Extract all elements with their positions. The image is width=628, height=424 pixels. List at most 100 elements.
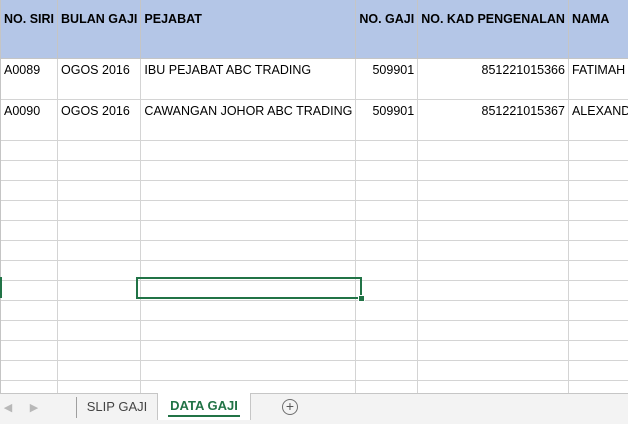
empty-cell[interactable] [140, 280, 357, 301]
empty-cell[interactable] [355, 320, 419, 341]
tab-slip-gaji[interactable]: SLIP GAJI [77, 394, 157, 420]
spreadsheet-grid[interactable]: NO. SIRI BULAN GAJI PEJABAT NO. GAJI NO.… [0, 0, 628, 393]
cell-bulan-gaji[interactable]: OGOS 2016 [57, 58, 142, 100]
triangle-left-icon[interactable]: ◀ [0, 400, 16, 416]
empty-cell[interactable] [355, 180, 419, 201]
empty-cell[interactable] [57, 340, 142, 361]
empty-cell[interactable] [1, 160, 59, 181]
empty-cell[interactable] [140, 220, 357, 241]
empty-cell[interactable] [57, 180, 142, 201]
empty-cell[interactable] [417, 280, 569, 301]
empty-cell[interactable] [355, 240, 419, 261]
empty-cell[interactable] [57, 200, 142, 221]
empty-cell[interactable] [355, 200, 419, 221]
empty-cell[interactable] [140, 260, 357, 281]
empty-cell[interactable] [1, 280, 59, 301]
empty-cell[interactable] [568, 240, 628, 261]
empty-cell[interactable] [1, 200, 59, 221]
empty-cell[interactable] [568, 340, 628, 361]
empty-cell[interactable] [140, 360, 357, 381]
empty-cell[interactable] [568, 380, 628, 393]
empty-cell[interactable] [355, 340, 419, 361]
empty-cell[interactable] [57, 240, 142, 261]
empty-cell[interactable] [57, 140, 142, 161]
empty-cell[interactable] [57, 360, 142, 381]
empty-cell[interactable] [355, 380, 419, 393]
empty-cell[interactable] [57, 220, 142, 241]
empty-cell[interactable] [57, 280, 142, 301]
empty-cell[interactable] [355, 280, 419, 301]
empty-cell[interactable] [140, 200, 357, 221]
empty-cell[interactable] [57, 160, 142, 181]
empty-cell[interactable] [1, 340, 59, 361]
cell-no-gaji[interactable]: 509901 [355, 58, 419, 100]
header-cell-bulan-gaji[interactable]: BULAN GAJI [57, 0, 142, 59]
empty-cell[interactable] [140, 380, 357, 393]
empty-cell[interactable] [140, 180, 357, 201]
cell-no-gaji[interactable]: 509901 [355, 99, 419, 141]
empty-cell[interactable] [417, 220, 569, 241]
cell-bulan-gaji[interactable]: OGOS 2016 [57, 99, 142, 141]
empty-cell[interactable] [140, 240, 357, 261]
empty-cell[interactable] [417, 200, 569, 221]
empty-cell[interactable] [568, 220, 628, 241]
cell-pejabat[interactable]: CAWANGAN JOHOR ABC TRADING [140, 99, 357, 141]
empty-cell[interactable] [417, 240, 569, 261]
triangle-right-icon[interactable]: ▶ [26, 400, 42, 416]
cell-no-siri[interactable]: A0090 [1, 99, 59, 141]
empty-cell[interactable] [417, 260, 569, 281]
empty-cell[interactable] [140, 300, 357, 321]
empty-cell[interactable] [568, 140, 628, 161]
empty-cell[interactable] [355, 140, 419, 161]
cell-no-kad-pengenalan[interactable]: 851221015367 [417, 99, 569, 141]
plus-circle-icon[interactable]: + [282, 399, 298, 415]
empty-cell[interactable] [140, 140, 357, 161]
cell-no-siri[interactable]: A0089 [1, 58, 59, 100]
empty-cell[interactable] [568, 280, 628, 301]
empty-cell[interactable] [355, 300, 419, 321]
empty-cell[interactable] [568, 260, 628, 281]
fill-handle[interactable] [358, 295, 365, 302]
empty-cell[interactable] [1, 220, 59, 241]
empty-cell[interactable] [568, 160, 628, 181]
empty-cell[interactable] [1, 300, 59, 321]
empty-cell[interactable] [417, 140, 569, 161]
empty-cell[interactable] [355, 360, 419, 381]
empty-cell[interactable] [1, 180, 59, 201]
empty-cell[interactable] [140, 160, 357, 181]
empty-cell[interactable] [1, 140, 59, 161]
empty-cell[interactable] [417, 300, 569, 321]
cell-nama[interactable]: ALEXANDER [568, 99, 628, 141]
empty-cell[interactable] [140, 340, 357, 361]
empty-cell[interactable] [568, 360, 628, 381]
empty-cell[interactable] [140, 320, 357, 341]
empty-cell[interactable] [417, 340, 569, 361]
header-cell-pejabat[interactable]: PEJABAT [140, 0, 357, 59]
empty-cell[interactable] [568, 180, 628, 201]
empty-cell[interactable] [417, 360, 569, 381]
header-cell-nama[interactable]: NAMA [568, 0, 628, 59]
tab-data-gaji[interactable]: DATA GAJI [157, 393, 251, 420]
cell-pejabat[interactable]: IBU PEJABAT ABC TRADING [140, 58, 357, 100]
cell-nama[interactable]: FATIMAH [568, 58, 628, 100]
empty-cell[interactable] [1, 380, 59, 393]
empty-cell[interactable] [568, 320, 628, 341]
empty-cell[interactable] [57, 300, 142, 321]
empty-cell[interactable] [568, 300, 628, 321]
empty-cell[interactable] [355, 220, 419, 241]
empty-cell[interactable] [568, 200, 628, 221]
empty-cell[interactable] [417, 180, 569, 201]
empty-cell[interactable] [417, 160, 569, 181]
empty-cell[interactable] [355, 160, 419, 181]
empty-cell[interactable] [417, 320, 569, 341]
header-cell-no-siri[interactable]: NO. SIRI [1, 0, 59, 59]
empty-cell[interactable] [1, 240, 59, 261]
empty-cell[interactable] [1, 260, 59, 281]
header-cell-no-kad-pengenalan[interactable]: NO. KAD PENGENALAN [417, 0, 569, 59]
empty-cell[interactable] [57, 380, 142, 393]
empty-cell[interactable] [417, 380, 569, 393]
empty-cell[interactable] [1, 320, 59, 341]
header-cell-no-gaji[interactable]: NO. GAJI [355, 0, 419, 59]
empty-cell[interactable] [57, 320, 142, 341]
empty-cell[interactable] [355, 260, 419, 281]
